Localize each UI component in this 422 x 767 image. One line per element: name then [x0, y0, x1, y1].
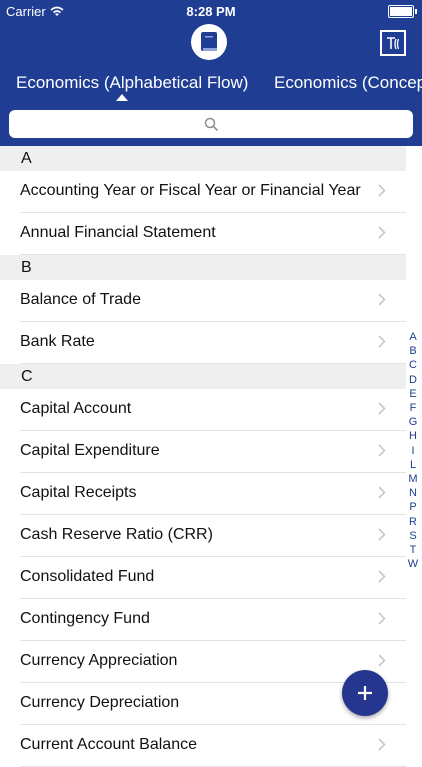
list-item-label: Contingency Fund [20, 610, 150, 627]
section-header-b: B [0, 255, 406, 280]
list-item-label: Currency Appreciation [20, 652, 178, 669]
index-letter[interactable]: D [409, 373, 417, 387]
tab-alphabetical-flow[interactable]: Economics (Alphabetical Flow) [16, 73, 248, 93]
search-icon [204, 117, 218, 131]
list-item[interactable]: Annual Financial Statement [20, 213, 406, 255]
list-item[interactable]: Accounting Year or Fiscal Year or Financ… [20, 171, 406, 213]
selected-tab-indicator [116, 94, 128, 101]
chevron-right-icon [378, 293, 386, 306]
chevron-right-icon [378, 402, 386, 415]
index-letter[interactable]: S [409, 529, 416, 543]
list-item-label: Accounting Year or Fiscal Year or Financ… [20, 182, 361, 199]
index-letter[interactable]: F [410, 401, 417, 415]
list-item-label: Capital Receipts [20, 484, 137, 501]
index-letter[interactable]: G [409, 415, 418, 429]
index-letter[interactable]: M [408, 472, 417, 486]
index-letter[interactable]: W [408, 557, 418, 571]
chevron-right-icon [378, 335, 386, 348]
section-header-a: A [0, 146, 406, 171]
list-item-label: Currency Depreciation [20, 694, 180, 711]
chevron-right-icon [378, 444, 386, 457]
section-index[interactable]: A B C D E F G H I L M N P R S T W [404, 330, 422, 571]
status-bar: Carrier 8:28 PM [0, 0, 422, 22]
list-item-label: Annual Financial Statement [20, 224, 216, 241]
list-item[interactable]: Capital Account [20, 389, 406, 431]
book-icon[interactable] [191, 24, 227, 60]
list-item[interactable]: Consolidated Fund [20, 557, 406, 599]
list-item-label: Consolidated Fund [20, 568, 155, 585]
add-button[interactable] [342, 670, 388, 716]
list-item-label: Capital Expenditure [20, 442, 160, 459]
chevron-right-icon [378, 184, 386, 197]
list-item-label: Capital Account [20, 400, 132, 417]
chevron-right-icon [378, 528, 386, 541]
index-letter[interactable]: H [409, 429, 417, 443]
list-item-label: Cash Reserve Ratio (CRR) [20, 526, 213, 543]
index-letter[interactable]: L [410, 458, 416, 472]
index-letter[interactable]: E [409, 387, 416, 401]
navbar [0, 22, 422, 64]
list-item[interactable]: Contingency Fund [20, 599, 406, 641]
list-item[interactable]: Cash Reserve Ratio (CRR) [20, 515, 406, 557]
chevron-right-icon [378, 654, 386, 667]
status-time: 8:28 PM [186, 4, 236, 19]
index-letter[interactable]: P [409, 500, 416, 514]
index-letter[interactable]: B [409, 344, 416, 358]
app-logo-icon[interactable] [380, 30, 406, 56]
list-item[interactable]: Capital Expenditure [20, 431, 406, 473]
term-list: A Accounting Year or Fiscal Year or Fina… [0, 146, 406, 767]
category-tabs: Economics (Alphabetical Flow) Economics … [0, 64, 422, 104]
tab-concept[interactable]: Economics (Concept [274, 73, 422, 93]
list-item-label: Bank Rate [20, 333, 95, 350]
index-letter[interactable]: C [409, 358, 417, 372]
chevron-right-icon [378, 486, 386, 499]
battery-icon [388, 5, 417, 18]
search-input[interactable] [9, 110, 413, 138]
index-letter[interactable]: A [409, 330, 416, 344]
index-letter[interactable]: I [411, 444, 414, 458]
list-item-label: Balance of Trade [20, 291, 141, 308]
chevron-right-icon [378, 570, 386, 583]
list-item[interactable]: Balance of Trade [20, 280, 406, 322]
section-header-c: C [0, 364, 406, 389]
chevron-right-icon [378, 612, 386, 625]
search-bar [0, 104, 422, 146]
index-letter[interactable]: R [409, 515, 417, 529]
list-item-label: Current Account Balance [20, 736, 197, 753]
list-item[interactable]: Capital Receipts [20, 473, 406, 515]
list-item[interactable]: Current Account Balance [20, 725, 406, 767]
list-item[interactable]: Bank Rate [20, 322, 406, 364]
chevron-right-icon [378, 226, 386, 239]
index-letter[interactable]: N [409, 486, 417, 500]
chevron-right-icon [378, 738, 386, 751]
plus-icon [358, 686, 372, 700]
index-letter[interactable]: T [410, 543, 417, 557]
